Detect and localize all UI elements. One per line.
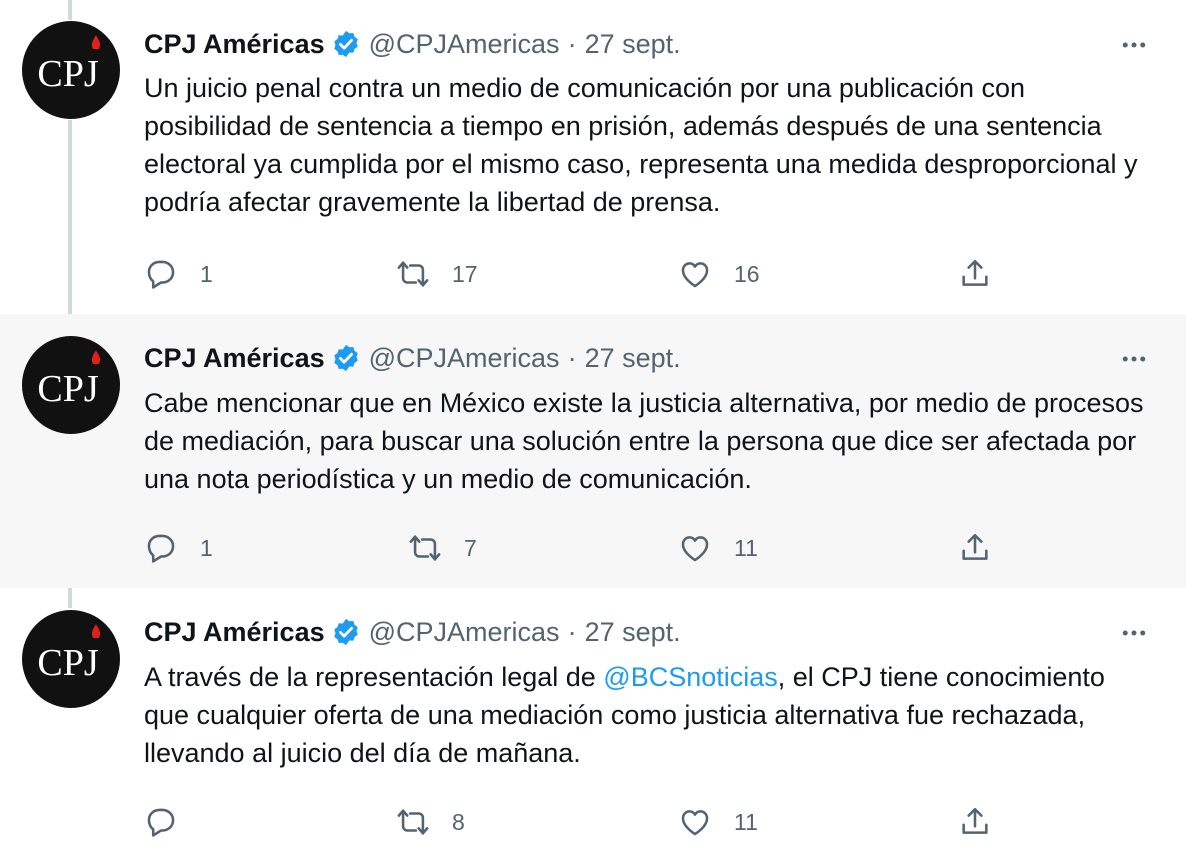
tweet[interactable]: CPJ CPJ Américas @CPJAmericas · 27 sept.… xyxy=(0,314,1186,588)
retweet-icon xyxy=(409,535,441,561)
tweet-date[interactable]: 27 sept. xyxy=(585,617,681,648)
retweet-button[interactable]: 17 xyxy=(396,254,478,294)
separator-dot: · xyxy=(567,616,577,647)
author-handle[interactable]: @CPJAmericas xyxy=(369,617,560,648)
author-name[interactable]: CPJ Américas xyxy=(144,617,325,648)
tweet-date[interactable]: 27 sept. xyxy=(585,29,681,60)
like-button[interactable]: 11 xyxy=(678,528,758,568)
like-button[interactable]: 11 xyxy=(678,802,758,842)
author-handle[interactable]: @CPJAmericas xyxy=(369,343,560,374)
retweet-icon xyxy=(397,261,429,287)
tweet-text: Cabe mencionar que en México existe la j… xyxy=(144,388,1144,494)
more-options-button[interactable] xyxy=(1116,341,1152,377)
tweet-header: CPJ Américas @CPJAmericas · 27 sept. xyxy=(144,614,681,650)
cpj-logo-icon: CPJ xyxy=(37,35,101,95)
author-name[interactable]: CPJ Américas xyxy=(144,343,325,374)
separator-dot: · xyxy=(567,342,577,373)
retweet-icon xyxy=(397,809,429,835)
retweet-count: 7 xyxy=(464,534,477,561)
tweet[interactable]: CPJ CPJ Américas @CPJAmericas · 27 sept.… xyxy=(0,588,1186,856)
share-icon xyxy=(962,259,988,286)
share-button[interactable] xyxy=(958,254,992,294)
like-icon xyxy=(681,262,709,288)
svg-text:CPJ: CPJ xyxy=(37,53,98,95)
verified-badge-icon xyxy=(333,30,358,58)
author-name[interactable]: CPJ Américas xyxy=(144,29,325,60)
more-options-button[interactable] xyxy=(1116,27,1152,63)
reply-button[interactable]: 1 xyxy=(144,528,213,568)
mention-link[interactable]: @BCSnoticias xyxy=(603,662,777,692)
tweet-actions: 1 17 16 xyxy=(144,254,1044,294)
tweet[interactable]: CPJ CPJ Américas @CPJAmericas · 27 sept.… xyxy=(0,0,1186,314)
author-handle[interactable]: @CPJAmericas xyxy=(369,29,560,60)
retweet-button[interactable]: 8 xyxy=(396,802,465,842)
share-icon xyxy=(962,533,988,560)
tweet-header: CPJ Américas @CPJAmericas · 27 sept. xyxy=(144,340,681,376)
tweet-actions: 8 11 xyxy=(144,802,1044,842)
tweet-date[interactable]: 27 sept. xyxy=(585,343,681,374)
cpj-logo-icon: CPJ xyxy=(37,624,101,684)
more-options-icon xyxy=(1122,630,1146,636)
reply-count: 1 xyxy=(200,534,213,561)
svg-text:CPJ: CPJ xyxy=(37,642,98,684)
like-count: 11 xyxy=(734,534,758,561)
retweet-count: 8 xyxy=(452,808,465,835)
share-button[interactable] xyxy=(958,802,992,842)
like-button[interactable]: 16 xyxy=(678,254,760,294)
like-icon xyxy=(681,810,709,836)
cpj-logo-icon: CPJ xyxy=(37,350,101,410)
share-button[interactable] xyxy=(958,528,992,568)
reply-icon xyxy=(147,260,175,289)
verified-badge-icon xyxy=(333,344,358,372)
retweet-button[interactable]: 7 xyxy=(408,528,477,568)
like-count: 11 xyxy=(734,808,758,835)
avatar[interactable]: CPJ xyxy=(22,336,120,434)
reply-count: 1 xyxy=(200,260,213,287)
tweet-actions: 1 7 11 xyxy=(144,528,1044,568)
reply-icon xyxy=(147,808,175,837)
avatar[interactable]: CPJ xyxy=(22,21,120,119)
reply-icon xyxy=(147,534,175,563)
more-options-button[interactable] xyxy=(1116,615,1152,651)
more-options-icon xyxy=(1122,42,1146,48)
reply-button[interactable] xyxy=(144,802,200,842)
more-options-icon xyxy=(1122,356,1146,362)
tweet-text-part: A través de la representación legal de xyxy=(144,662,604,692)
share-icon xyxy=(962,807,988,834)
avatar[interactable]: CPJ xyxy=(22,610,120,708)
verified-badge-icon xyxy=(333,618,358,646)
tweet-text: A través de la representación legal de @… xyxy=(144,658,1154,772)
svg-text:CPJ: CPJ xyxy=(37,368,98,410)
separator-dot: · xyxy=(567,28,577,59)
like-count: 16 xyxy=(734,260,760,287)
tweet-header: CPJ Américas @CPJAmericas · 27 sept. xyxy=(144,26,681,62)
like-icon xyxy=(681,536,709,562)
retweet-count: 17 xyxy=(452,260,478,287)
tweet-text: Un juicio penal contra un medio de comun… xyxy=(144,73,1138,217)
reply-button[interactable]: 1 xyxy=(144,254,213,294)
